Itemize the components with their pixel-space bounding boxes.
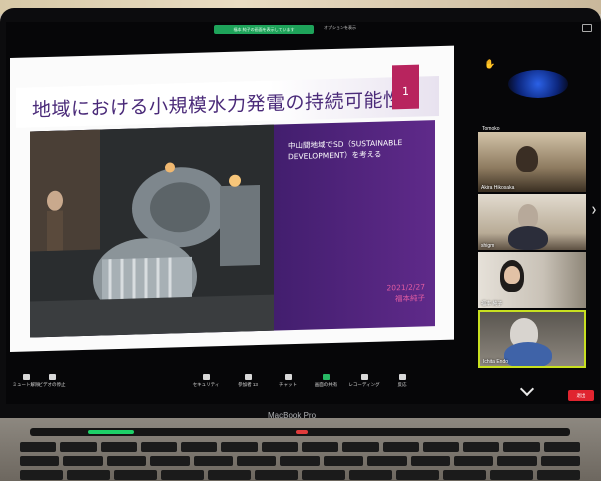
- participant-video: [518, 204, 538, 228]
- reactions-button[interactable]: 反応: [382, 374, 422, 388]
- participant-tile[interactable]: 福本 純子: [478, 252, 586, 308]
- shared-slide: 地域における小規模水力発電の持続可能性 1 中山間地域でSD（SUSTAINAB…: [10, 45, 454, 352]
- participant-name: Ichita Endo: [483, 359, 509, 365]
- security-button[interactable]: セキュリティ: [186, 374, 226, 388]
- slide-content-panel: 中山間地域でSD（SUSTAINABLE DEVELOPMENT）を考える 20…: [30, 120, 435, 338]
- slide-subtitle: 中山間地域でSD（SUSTAINABLE DEVELOPMENT）を考える: [288, 136, 428, 162]
- chat-icon: [284, 374, 292, 380]
- video-button[interactable]: ビデオの停止: [32, 374, 72, 388]
- raise-hand-icon: ✋: [484, 60, 496, 70]
- record-icon: [360, 374, 368, 380]
- shield-icon: [202, 374, 210, 380]
- touch-bar-green-control: [88, 430, 134, 434]
- screen-share-banner[interactable]: 福本 純子の画面を表示しています: [214, 25, 314, 34]
- hydro-turbine-photo: [30, 124, 274, 338]
- view-options-menu[interactable]: オプションを表示: [324, 25, 356, 31]
- microphone-icon: [22, 374, 30, 380]
- participant-body: [504, 342, 552, 366]
- slide-date: 2021/2/27: [386, 282, 425, 293]
- participant-tile[interactable]: Akira Hikosaka: [478, 132, 586, 192]
- participant-video: [516, 146, 538, 172]
- slide-number: 1: [392, 64, 419, 110]
- fullscreen-icon[interactable]: [582, 24, 592, 32]
- share-screen-button[interactable]: 画面の共有: [306, 374, 346, 388]
- participant-tile[interactable]: shigm: [478, 194, 586, 250]
- key-row: [20, 470, 580, 480]
- participants-button[interactable]: 参加者 13: [228, 374, 268, 388]
- key-row: [20, 442, 580, 452]
- touch-bar-red-control: [296, 430, 308, 434]
- reactions-label: 反応: [397, 382, 407, 387]
- expand-panel-icon[interactable]: ❯: [591, 206, 597, 214]
- participant-name: Akira Hikosaka: [481, 185, 515, 191]
- participant-body: [508, 226, 548, 250]
- share-screen-icon: [322, 374, 330, 380]
- participant-tile-active-speaker[interactable]: Ichita Endo: [478, 310, 586, 368]
- key-row: [20, 456, 581, 466]
- laptop-screen: 福本 純子の画面を表示しています オプションを表示 地域における小規模水力発電の…: [6, 22, 600, 404]
- participant-name: shigm: [481, 243, 495, 249]
- record-button[interactable]: レコーディング: [344, 374, 384, 388]
- people-icon: [244, 374, 252, 380]
- slide-author: 福本純子: [395, 293, 425, 304]
- video-label: ビデオの停止: [38, 382, 66, 387]
- camera-icon: [48, 374, 56, 380]
- record-label: レコーディング: [348, 382, 380, 387]
- chat-button[interactable]: チャット: [268, 374, 308, 388]
- share-label: 画面の共有: [314, 382, 338, 387]
- participant-name: 福本 純子: [481, 301, 503, 307]
- tomoko-avatar: [508, 70, 568, 98]
- participants-count: 13: [252, 382, 258, 387]
- chat-label: チャット: [279, 382, 297, 387]
- participants-label: 参加者: [238, 382, 252, 387]
- security-label: セキュリティ: [192, 382, 220, 387]
- smiley-icon: [398, 374, 406, 380]
- meeting-toolbar: ミュート解除 ビデオの停止 セキュリティ 参加者 13 チャット 画面の共有 レ…: [6, 372, 600, 404]
- leave-meeting-button[interactable]: 退出: [568, 390, 594, 401]
- participant-face: [504, 266, 520, 284]
- turbine-illustration: [30, 124, 274, 338]
